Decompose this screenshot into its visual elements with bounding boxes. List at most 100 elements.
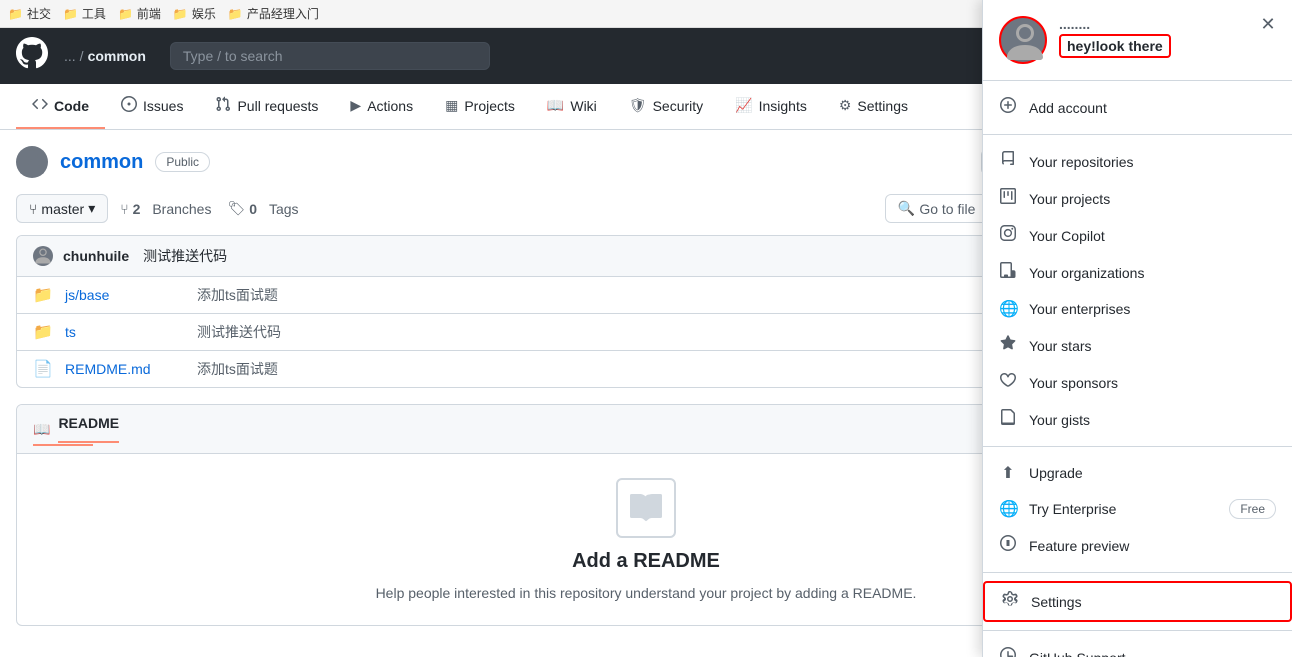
branch-selector[interactable]: ⑂ master ▾ [16,194,108,223]
copilot-icon [999,225,1017,246]
feature-preview-item[interactable]: Feature preview [983,527,1292,564]
file-name-link[interactable]: js/base [65,287,185,303]
your-enterprises-item[interactable]: 🌐 Your enterprises [983,291,1292,327]
branches-link[interactable]: ⑂ 2 Branches [116,201,215,217]
insights-icon: 📈 [735,97,752,114]
folder-icon: 📁 [33,322,53,342]
search-icon: 🔍 [898,200,915,217]
wiki-icon: 📖 [547,97,564,114]
bookmark-yule[interactable]: 📁 娱乐 [173,5,216,22]
free-badge: Free [1229,499,1276,519]
tab-settings-label: Settings [857,98,908,114]
bookmark-folder-icon2: 📁 [63,7,78,21]
settings-gear-icon [1001,591,1019,612]
dropdown-section-settings: Settings [983,573,1292,631]
upgrade-label: Upgrade [1029,465,1276,481]
your-organizations-label: Your organizations [1029,265,1276,281]
tags-link[interactable]: 🏷 0 Tags [223,200,302,217]
projects-icon: ▦ [445,97,458,114]
add-readme-subtitle: Help people interested in this repositor… [376,585,917,601]
add-account-item[interactable]: Add account [983,89,1292,126]
tab-actions-label: Actions [367,98,413,114]
bookmark-shejiao[interactable]: 📁 社交 [8,5,51,22]
tab-projects[interactable]: ▦ Projects [429,85,531,128]
your-projects-item[interactable]: Your projects [983,180,1292,217]
tab-settings[interactable]: ⚙ Settings [823,85,924,128]
file-name-link[interactable]: REMDME.md [65,361,185,377]
your-repositories-item[interactable]: Your repositories [983,143,1292,180]
dropdown-header: ........ hey!look there ✕ [983,0,1292,81]
user-dropdown-menu: ........ hey!look there ✕ Add account Yo… [982,0,1292,657]
dropdown-user-info: ........ hey!look there [1059,16,1171,58]
github-support-item[interactable]: GitHub Support [983,639,1292,657]
file-name-link[interactable]: ts [65,324,185,340]
your-gists-item[interactable]: Your gists [983,401,1292,438]
tab-issues[interactable]: Issues [105,84,199,129]
user-prefix[interactable]: ... [64,48,76,64]
tab-actions[interactable]: ▶ Actions [334,85,429,128]
pr-icon [215,96,231,115]
tab-security-label: Security [653,98,704,114]
branch-count-icon: ⑂ [120,201,128,217]
add-account-icon [999,97,1017,118]
tab-wiki-label: Wiki [570,98,596,114]
gist-icon [999,409,1017,430]
org-icon [999,262,1017,283]
github-logo[interactable] [16,37,48,76]
add-account-label: Add account [1029,100,1276,116]
your-organizations-item[interactable]: Your organizations [983,254,1292,291]
tab-insights-label: Insights [759,98,807,114]
project-icon [999,188,1017,209]
dropdown-section-add-account: Add account [983,81,1292,135]
support-icon [999,647,1017,657]
your-copilot-item[interactable]: Your Copilot [983,217,1292,254]
bookmark-folder-icon4: 📁 [173,7,188,21]
feature-preview-label: Feature preview [1029,538,1276,554]
feature-preview-icon [999,535,1017,556]
bookmark-chanpin[interactable]: 📁 产品经理入门 [228,5,319,22]
your-sponsors-item[interactable]: Your sponsors [983,364,1292,401]
settings-item[interactable]: Settings [983,581,1292,622]
dropdown-close-button[interactable]: ✕ [1256,12,1280,36]
add-readme-title: Add a README [572,550,720,573]
readme-large-book-icon [616,478,676,538]
commit-author-name[interactable]: chunhuile [63,248,129,264]
tab-wiki[interactable]: 📖 Wiki [531,85,613,128]
repo-icon [999,151,1017,172]
code-icon [32,96,48,115]
tag-icon: 🏷 [227,200,245,217]
branch-chevron-icon: ▾ [88,200,95,217]
repo-name-link[interactable]: common [88,48,146,64]
folder-icon: 📁 [33,285,53,305]
readme-book-icon: 📖 [33,421,50,438]
commit-message: 测试推送代码 [143,246,227,266]
settings-label: Settings [1031,594,1274,610]
tab-insights[interactable]: 📈 Insights [719,85,823,128]
repo-title-link[interactable]: common [60,151,143,174]
bookmark-folder-icon3: 📁 [118,7,133,21]
your-sponsors-label: Your sponsors [1029,375,1276,391]
try-enterprise-item[interactable]: 🌐 Try Enterprise Free [983,491,1292,527]
your-projects-label: Your projects [1029,191,1276,207]
tab-pullrequests[interactable]: Pull requests [199,84,334,129]
bookmark-gongju[interactable]: 📁 工具 [63,5,106,22]
repo-owner-avatar [16,146,48,178]
bookmark-qianduan[interactable]: 📁 前端 [118,5,161,22]
dropdown-display-name: hey!look there [1059,34,1171,58]
your-repositories-label: Your repositories [1029,154,1276,170]
breadcrumb: ... / common [64,48,146,64]
tab-code[interactable]: Code [16,84,105,129]
search-input[interactable] [170,42,490,70]
branch-icon: ⑂ [29,201,37,217]
your-enterprises-label: Your enterprises [1029,301,1276,317]
dropdown-section-upgrade: ⬆ Upgrade 🌐 Try Enterprise Free Feature … [983,447,1292,573]
tab-security[interactable]: 🛡 Security [613,85,719,128]
settings-icon: ⚙ [839,97,852,114]
upgrade-item[interactable]: ⬆ Upgrade [983,455,1292,491]
dropdown-section-repos: Your repositories Your projects Your Cop… [983,135,1292,447]
your-stars-item[interactable]: Your stars [983,327,1292,364]
bookmark-folder-icon: 📁 [8,7,23,21]
enterprise2-icon: 🌐 [999,499,1017,519]
tab-issues-label: Issues [143,98,183,114]
your-gists-label: Your gists [1029,412,1276,428]
